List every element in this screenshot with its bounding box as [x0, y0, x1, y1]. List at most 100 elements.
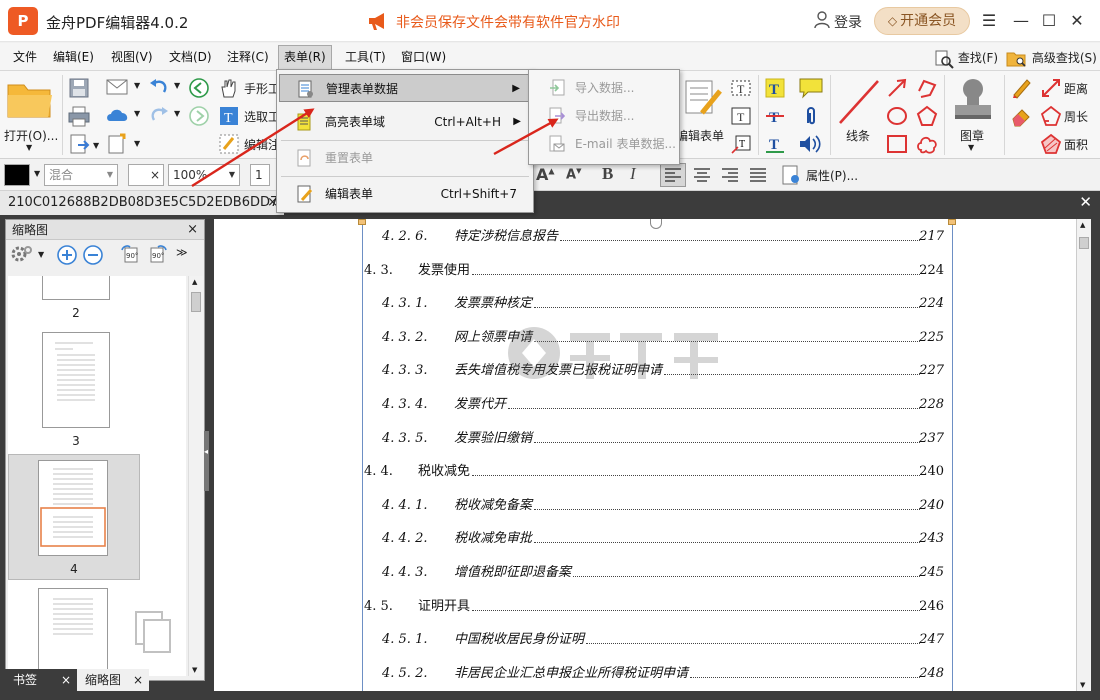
menu-window[interactable]: 窗口(W) — [398, 47, 449, 68]
perimeter-icon[interactable] — [1040, 105, 1062, 130]
close-all-tabs-icon[interactable]: ✕ — [1079, 193, 1092, 211]
menu-view[interactable]: 视图(V) — [108, 47, 156, 68]
toc-entry[interactable]: 4. 2. 6. 特定涉税信息报告 217 — [214, 227, 954, 247]
toc-entry[interactable]: 4. 3. 4. 发票代开 228 — [214, 395, 954, 415]
settings-gear-icon[interactable] — [10, 244, 34, 269]
find-button[interactable]: 查找(F) — [934, 48, 998, 69]
rotate-left-icon[interactable]: 90° — [120, 244, 142, 269]
area-label[interactable]: 面积 — [1064, 136, 1088, 153]
select-text-icon[interactable]: T — [218, 105, 240, 130]
open-button[interactable]: 打开(O)... — [4, 127, 58, 144]
redo-dropdown-icon[interactable]: ▼ — [174, 109, 180, 118]
user-icon[interactable] — [814, 11, 830, 29]
splitter-arrow-icon[interactable]: ◂ — [204, 443, 209, 461]
open-dropdown-icon[interactable]: ▼ — [26, 143, 32, 152]
close-panel-icon[interactable]: × — [187, 220, 198, 240]
thumbnail-tab[interactable]: 缩略图 × — [77, 669, 149, 691]
undo-dropdown-icon[interactable]: ▼ — [174, 81, 180, 90]
edit-form-icon[interactable] — [680, 77, 724, 122]
toc-entry[interactable]: 4. 4. 税收减免 240 — [214, 462, 954, 482]
italic-icon[interactable]: I — [630, 164, 636, 184]
page-thumbnail-2[interactable] — [42, 276, 110, 300]
distance-icon[interactable] — [1040, 77, 1062, 102]
highlight-form-fields-item[interactable]: 高亮表单域 Ctrl+Alt+H ▶ — [279, 108, 531, 136]
zoom-out-icon[interactable] — [82, 244, 104, 269]
hand-tool-label[interactable]: 手形工 — [244, 80, 280, 97]
toc-entry[interactable]: 4. 5. 2. 非居民企业汇总申报企业所得税证明申请 248 — [214, 664, 954, 684]
edit-form-item[interactable]: 编辑表单 Ctrl+Shift+7 — [279, 180, 531, 208]
email-icon[interactable] — [106, 77, 130, 100]
import-data-item[interactable]: 导入数据... — [531, 74, 677, 102]
cloud-shape-tool-icon[interactable] — [916, 133, 938, 158]
toc-entry[interactable]: 4. 3. 发票使用 224 — [214, 261, 954, 281]
border-color-swatch[interactable]: × — [128, 164, 164, 186]
page-thumbnail-5[interactable] — [38, 588, 108, 676]
eraser-icon[interactable] — [1010, 105, 1032, 130]
menu-tools[interactable]: 工具(T) — [342, 47, 389, 68]
new-dropdown-icon[interactable]: ▼ — [134, 139, 140, 148]
pencil-icon[interactable] — [1010, 77, 1032, 102]
justify-icon[interactable] — [746, 164, 770, 189]
arrow-tool-icon[interactable] — [886, 77, 908, 102]
edit-note-icon[interactable] — [218, 133, 240, 158]
cloud-icon[interactable] — [106, 105, 130, 130]
export-dropdown-icon[interactable]: ▼ — [93, 141, 99, 150]
export-data-item[interactable]: 导出数据... — [531, 102, 677, 130]
login-link[interactable]: 登录 — [834, 12, 862, 32]
toc-entry[interactable]: 4. 4. 2. 税收减免审批 243 — [214, 529, 954, 549]
hand-tool-icon[interactable] — [218, 77, 240, 102]
line-tool-label[interactable]: 线条 — [846, 127, 870, 144]
align-right-icon[interactable] — [718, 164, 742, 189]
strikeout-text-icon[interactable]: T — [764, 105, 786, 130]
edit-note-label[interactable]: 编辑注 — [244, 136, 280, 153]
margin-handle[interactable] — [358, 219, 366, 225]
sticky-note-icon[interactable] — [798, 77, 824, 102]
polyline-tool-icon[interactable] — [916, 77, 938, 102]
distance-label[interactable]: 距离 — [1064, 80, 1088, 97]
email-form-data-item[interactable]: E-mail 表单数据... — [531, 130, 677, 158]
area-icon[interactable] — [1040, 133, 1062, 158]
save-icon[interactable] — [68, 77, 90, 102]
fill-color-dropdown-icon[interactable]: ▼ — [34, 169, 40, 178]
thumbnail-scrollbar[interactable]: ▲ ▼ — [188, 276, 203, 676]
manage-form-data-item[interactable]: 管理表单数据 ▶ — [279, 74, 531, 102]
bold-icon[interactable]: B — [602, 164, 613, 184]
toc-entry[interactable]: 4. 5. 证明开具 246 — [214, 597, 954, 617]
ellipse-tool-icon[interactable] — [886, 105, 908, 130]
email-dropdown-icon[interactable]: ▼ — [134, 81, 140, 90]
zoom-select[interactable]: 100% ▼ — [168, 164, 240, 186]
callout-text-icon[interactable]: T — [730, 133, 752, 158]
bookmark-tab[interactable]: 书签 × — [5, 669, 77, 691]
properties-icon[interactable] — [780, 164, 802, 189]
rectangle-tool-icon[interactable] — [886, 133, 908, 158]
open-membership-button[interactable]: ◇ 开通会员 — [874, 7, 970, 35]
polygon-tool-icon[interactable] — [916, 105, 938, 130]
align-center-icon[interactable] — [690, 164, 714, 189]
sound-icon[interactable] — [798, 133, 822, 158]
select-tool-label[interactable]: 选取工 — [244, 108, 280, 125]
toc-entry[interactable]: 4. 5. 1. 中国税收居民身份证明 247 — [214, 630, 954, 650]
menu-edit[interactable]: 编辑(E) — [50, 47, 97, 68]
open-folder-icon[interactable] — [6, 77, 54, 124]
stamp-dropdown-icon[interactable]: ▼ — [968, 143, 974, 152]
attachment-icon[interactable] — [800, 105, 822, 130]
properties-button[interactable]: 属性(P)... — [806, 167, 858, 184]
page-thumbnail-4[interactable] — [38, 460, 108, 556]
watermark-promo-text[interactable]: 非会员保存文件会带有软件官方水印 — [396, 12, 620, 32]
increase-font-icon[interactable]: A▲ — [536, 165, 555, 184]
fill-color-swatch[interactable] — [4, 164, 30, 186]
forward-icon[interactable] — [188, 105, 210, 130]
align-left-icon[interactable] — [660, 163, 686, 187]
toc-entry[interactable]: 4. 4. 1. 税收减免备案 240 — [214, 496, 954, 516]
cloud-dropdown-icon[interactable]: ▼ — [134, 109, 140, 118]
minimize-icon[interactable]: — — [1010, 10, 1032, 32]
maximize-icon[interactable]: ☐ — [1038, 10, 1060, 32]
menu-annotation[interactable]: 注释(C) — [224, 47, 272, 68]
settings-dropdown-icon[interactable]: ▼ — [38, 250, 44, 259]
text-box-icon[interactable]: T — [730, 105, 752, 130]
document-scrollbar[interactable]: ▲ ▼ — [1076, 219, 1091, 691]
toc-entry[interactable]: 4. 3. 5. 发票验旧缴销 237 — [214, 429, 954, 449]
rotate-right-icon[interactable]: 90° — [146, 244, 168, 269]
print-icon[interactable] — [68, 105, 90, 130]
more-options-icon[interactable]: ≫ — [176, 246, 188, 259]
